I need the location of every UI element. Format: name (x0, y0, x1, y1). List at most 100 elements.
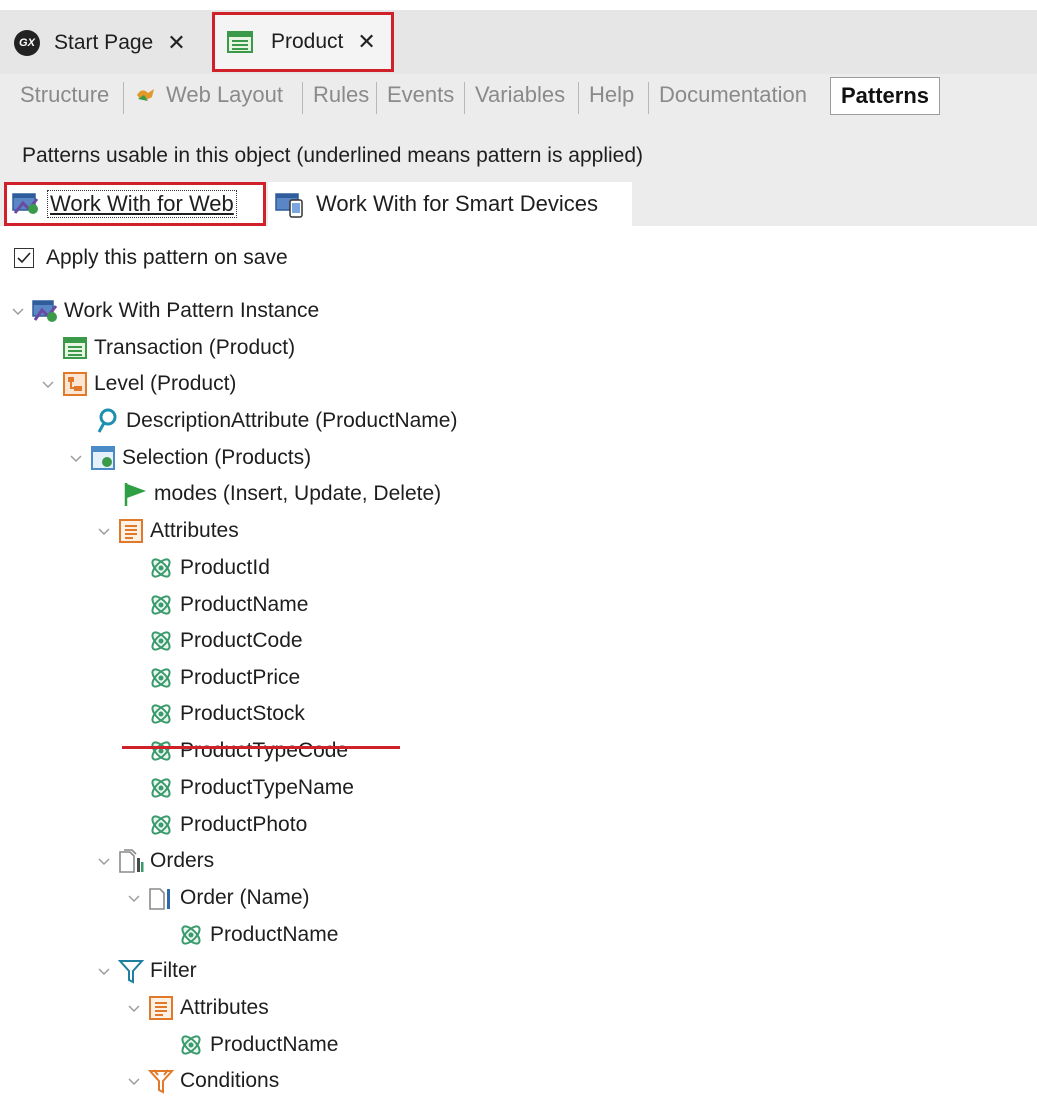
tree-node-label: Work With Pattern Instance (64, 299, 320, 322)
tree-node-label: ProductName (210, 1033, 339, 1056)
close-icon[interactable]: ✕ (357, 29, 375, 55)
chevron-down-icon[interactable] (126, 890, 142, 906)
tree-node-label: Transaction (Product) (94, 336, 296, 359)
tab-patterns[interactable]: Patterns (830, 77, 941, 115)
order-icon (149, 888, 170, 910)
apply-pattern-label: Apply this pattern on save (46, 246, 288, 269)
tree-node-attribute[interactable]: ProductTypeName (148, 771, 354, 805)
tree-node-label: ProductId (180, 556, 270, 579)
strikethrough-mark (122, 746, 400, 749)
patterns-header-text: Patterns usable in this object (underlin… (22, 144, 644, 167)
tree-node-label: Order (Name) (180, 886, 310, 909)
tab-divider (123, 82, 124, 114)
tab-work-with-for-web-label: Work With for Web (47, 190, 237, 218)
tab-start-page[interactable]: GX Start Page ✕ (10, 14, 186, 72)
tree-node-filter-attribute[interactable]: ProductName (178, 1028, 338, 1062)
tree-node-order[interactable]: Order (Name) (126, 881, 310, 915)
tree-node-label: modes (Insert, Update, Delete) (154, 482, 442, 505)
chevron-down-icon[interactable] (96, 523, 112, 539)
tree-node-attribute[interactable]: ProductPrice (148, 661, 300, 695)
attribute-icon (151, 778, 171, 798)
chevron-down-icon[interactable] (68, 450, 84, 466)
tab-work-with-for-web[interactable]: Work With for Web (4, 182, 266, 226)
tab-work-with-for-smart-devices[interactable]: Work With for Smart Devices (268, 182, 632, 226)
chevron-down-icon[interactable] (96, 963, 112, 979)
chevron-down-icon[interactable] (10, 303, 26, 319)
pattern-tabs: Work With for Web Work With for Smart De… (0, 182, 1037, 226)
tree-node-label: Level (Product) (94, 372, 237, 395)
tab-documentation[interactable]: Documentation (659, 82, 807, 108)
tree-node-filter[interactable]: Filter (96, 954, 197, 988)
tab-structure[interactable]: Structure (20, 82, 109, 108)
attribute-icon (151, 595, 171, 615)
patterns-header: Patterns usable in this object (underlin… (0, 120, 1037, 182)
tree-node-attribute[interactable]: ProductPhoto (148, 808, 307, 842)
filter-icon (118, 960, 144, 984)
tab-rules[interactable]: Rules (313, 82, 369, 108)
close-icon[interactable]: ✕ (167, 30, 185, 56)
tab-variables[interactable]: Variables (475, 82, 565, 108)
attribute-icon (151, 631, 171, 651)
tree-node-conditions[interactable]: Conditions (126, 1064, 279, 1098)
magnifier-icon (97, 408, 117, 433)
attribute-icon (151, 558, 171, 578)
work-with-instance-icon (32, 300, 58, 322)
attributes-group-icon (119, 519, 143, 543)
tab-help[interactable]: Help (589, 82, 634, 108)
tree-node-root[interactable]: Work With Pattern Instance (10, 294, 319, 328)
attribute-icon (181, 925, 201, 945)
tree-node-attribute[interactable]: ProductCode (148, 624, 303, 658)
tab-divider (578, 82, 579, 114)
tree-node-label: Attributes (150, 519, 239, 542)
chevron-down-icon[interactable] (126, 1000, 142, 1016)
tree-node-selection[interactable]: Selection (Products) (68, 441, 311, 475)
tree-node-label: ProductPhoto (180, 813, 308, 836)
tab-web-layout[interactable]: Web Layout (134, 82, 283, 108)
tree-node-orders[interactable]: Orders (96, 844, 214, 878)
attribute-icon (151, 668, 171, 688)
tree-node-attribute-removed[interactable]: ProductTypeCode (148, 734, 348, 768)
tree-node-filter-attributes[interactable]: Attributes (126, 991, 269, 1025)
attribute-icon (151, 704, 171, 724)
chevron-down-icon[interactable] (96, 853, 112, 869)
tree-node-description-attribute[interactable]: DescriptionAttribute (ProductName) (94, 404, 457, 438)
attributes-group-icon (149, 996, 173, 1020)
tab-divider (376, 82, 377, 114)
tree-node-label: Filter (150, 959, 197, 982)
tree-node-attribute[interactable]: ProductId (148, 551, 270, 585)
tree-node-attribute[interactable]: ProductStock (148, 697, 305, 731)
tab-web-layout-label: Web Layout (166, 82, 284, 107)
document-tabs: GX Start Page ✕ Product ✕ (0, 0, 1037, 74)
tab-divider (302, 82, 303, 114)
attribute-icon (151, 741, 171, 761)
tree-node-label: ProductName (180, 593, 309, 616)
tree-node-label: ProductPrice (180, 666, 301, 689)
tree-node-label: Conditions (180, 1069, 280, 1092)
chevron-down-icon[interactable] (126, 1073, 142, 1089)
chevron-down-icon[interactable] (40, 376, 56, 392)
gx-logo-icon: GX (14, 30, 40, 56)
object-tabs: Structure Web Layout Rules Events Variab… (0, 74, 1037, 120)
tab-events[interactable]: Events (387, 82, 454, 108)
tree-node-order-attribute[interactable]: ProductName (178, 918, 338, 952)
tab-divider (464, 82, 465, 114)
tree-node-modes[interactable]: modes (Insert, Update, Delete) (122, 477, 441, 511)
tab-divider (648, 82, 649, 114)
tab-start-page-label: Start Page (54, 31, 154, 54)
tree-node-transaction[interactable]: Transaction (Product) (62, 331, 295, 365)
tree-node-attribute[interactable]: ProductName (148, 588, 308, 622)
web-layout-icon (137, 89, 154, 101)
tree-node-level[interactable]: Level (Product) (40, 367, 236, 401)
tab-product[interactable]: Product ✕ (212, 12, 394, 72)
tab-product-label: Product (271, 30, 344, 53)
level-icon (63, 372, 87, 396)
checkmark-icon (17, 252, 31, 264)
transaction-icon (63, 337, 87, 359)
tree-node-attributes[interactable]: Attributes (96, 514, 239, 548)
flag-icon (124, 483, 146, 506)
apply-pattern-checkbox[interactable] (14, 248, 34, 268)
tree-node-label: DescriptionAttribute (ProductName) (126, 409, 458, 432)
conditions-icon (148, 1069, 174, 1094)
apply-pattern-option[interactable]: Apply this pattern on save (14, 246, 288, 270)
tree-node-label: Orders (150, 849, 215, 872)
